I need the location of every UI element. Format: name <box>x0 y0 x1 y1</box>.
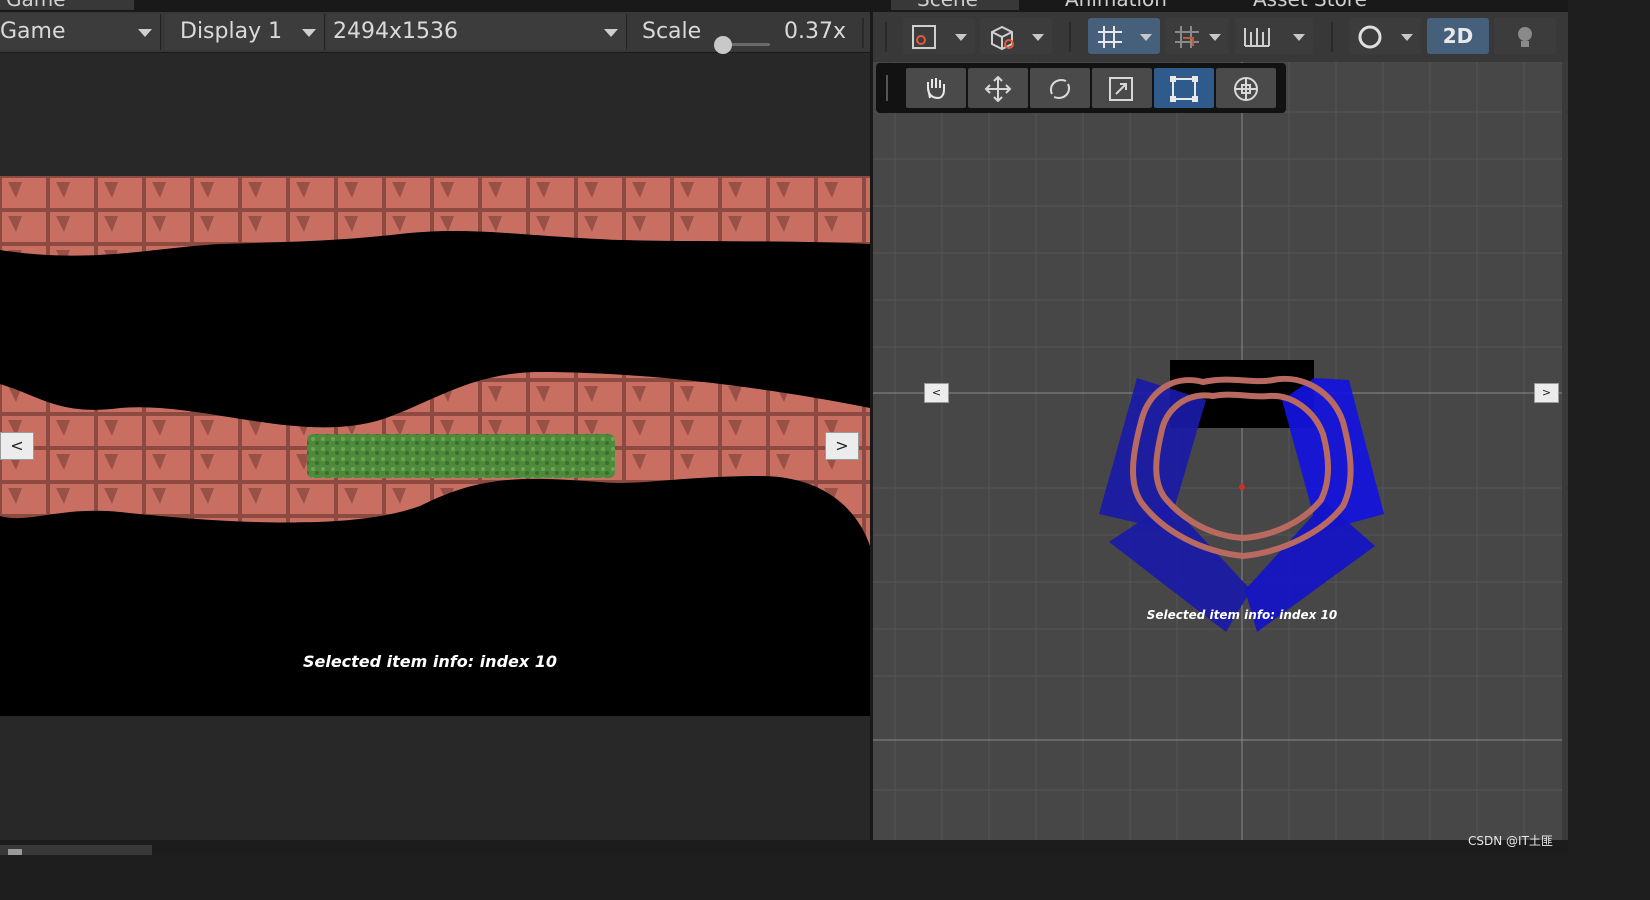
console-icon <box>8 849 22 855</box>
hand-tool-button[interactable] <box>906 68 966 108</box>
scene-tab-bar: Scene Animation Asset Store <box>873 0 1568 12</box>
toolbar-divider <box>1331 22 1333 52</box>
chevron-down-icon <box>1401 34 1413 41</box>
chevron-down-icon <box>1209 34 1221 41</box>
scale-tool-button[interactable] <box>1092 68 1152 108</box>
2d-mode-button[interactable]: 2D <box>1427 18 1489 54</box>
lightbulb-icon <box>1518 27 1532 47</box>
cube-icon <box>991 25 1014 50</box>
tab-scene-label: Scene <box>917 0 978 11</box>
grid-icon <box>1098 26 1122 48</box>
game-canvas: < > Selected item info: index 10 <box>0 176 870 716</box>
panel-splitter[interactable] <box>870 0 873 840</box>
transform-tools-overlay <box>876 63 1286 113</box>
toolbar-divider <box>862 18 864 48</box>
tab-scene[interactable]: Scene <box>891 0 1019 10</box>
tab-animation-label: Animation <box>1065 0 1167 11</box>
display-dropdown[interactable]: Display 1 <box>165 14 325 50</box>
brick-wall-upper <box>0 176 870 256</box>
tab-asset-store[interactable]: Asset Store <box>1223 0 1403 10</box>
move-icon <box>984 76 1012 102</box>
grid-toggle-button[interactable] <box>1088 18 1160 54</box>
chevron-down-icon <box>1032 34 1044 41</box>
tab-game[interactable]: Game <box>0 0 134 10</box>
scene-viewport[interactable]: < > Selected item info: index 10 <box>873 62 1568 840</box>
tab-game-label: Game <box>6 0 66 11</box>
bottom-tab-bar <box>0 840 1568 855</box>
scene-view-panel: Scene Animation Asset Store <box>873 0 1568 840</box>
snap-button[interactable] <box>1165 18 1229 54</box>
chevron-down-icon <box>138 29 152 37</box>
scale-label: Scale <box>642 19 702 44</box>
scale-value: 0.37x <box>784 19 847 44</box>
toolbar-divider <box>885 22 887 52</box>
game-next-button[interactable]: > <box>825 432 859 460</box>
scene-scrollbar[interactable] <box>1562 62 1568 840</box>
hand-icon <box>927 78 945 100</box>
tab-animation[interactable]: Animation <box>1033 0 1203 10</box>
toolbar-divider <box>1069 22 1071 52</box>
snap-icon <box>1175 26 1199 48</box>
scene-render <box>873 62 1568 840</box>
resolution-label: 2494x1536 <box>333 19 458 44</box>
pivot-point <box>1239 484 1245 490</box>
game-prev-button[interactable]: < <box>0 432 34 460</box>
scene-prev-button[interactable]: < <box>924 383 949 403</box>
move-tool-button[interactable] <box>968 68 1028 108</box>
shading-mode-button[interactable] <box>1349 18 1421 54</box>
increment-snap-button[interactable] <box>1235 18 1313 54</box>
game-render <box>0 176 870 546</box>
transform-tool-button[interactable] <box>1216 68 1276 108</box>
transform-icon <box>1234 77 1258 101</box>
draw-mode-icon <box>912 25 936 49</box>
rotate-icon <box>1050 79 1070 99</box>
chevron-down-icon <box>604 29 618 37</box>
display-label: Display 1 <box>180 19 283 44</box>
scale-slider-handle[interactable] <box>714 36 732 54</box>
chevron-down-icon <box>302 29 316 37</box>
ruler-icon <box>1244 28 1270 47</box>
bottom-tab[interactable] <box>0 845 152 855</box>
chevron-down-icon <box>1293 34 1305 41</box>
scene-next-label: > <box>1541 386 1552 399</box>
sphere-icon <box>1358 25 1382 49</box>
tab-asset-store-label: Asset Store <box>1253 0 1367 11</box>
game-next-label: > <box>835 436 849 455</box>
rotate-tool-button[interactable] <box>1030 68 1090 108</box>
game-prev-label: < <box>10 436 24 455</box>
rect-transform-icon <box>1170 76 1198 102</box>
lighting-button[interactable] <box>1494 18 1556 54</box>
game-tab-bar: Game <box>0 0 870 12</box>
game-mode-dropdown[interactable]: Game <box>0 14 161 50</box>
scene-prev-label: < <box>931 386 942 399</box>
grass-block <box>307 434 615 478</box>
game-toolbar: Game Display 1 2494x1536 Scale 0.37x <box>0 12 870 54</box>
rect-tool-button[interactable] <box>1154 68 1214 108</box>
chevron-down-icon <box>1140 34 1152 41</box>
scene-selected-info: Selected item info: index 10 <box>1146 608 1338 622</box>
scale-icon <box>1109 77 1133 101</box>
scene-next-button[interactable]: > <box>1534 383 1559 403</box>
draw-mode-button[interactable] <box>903 18 975 54</box>
game-mode-label: Game <box>0 19 66 44</box>
game-selected-info: Selected item info: index 10 <box>302 652 558 671</box>
scene-view-type-button[interactable] <box>980 18 1052 54</box>
watermark-text: CSDN @IT土匪 <box>1468 834 1553 848</box>
scene-toolbar: 2D <box>873 12 1568 63</box>
overlay-drag-handle[interactable] <box>886 75 888 101</box>
chevron-down-icon <box>955 34 967 41</box>
2d-mode-label: 2D <box>1442 24 1474 48</box>
game-view-panel: Game Game Display 1 2494x1536 Scale 0.37… <box>0 0 870 840</box>
resolution-dropdown[interactable]: 2494x1536 <box>327 14 627 50</box>
